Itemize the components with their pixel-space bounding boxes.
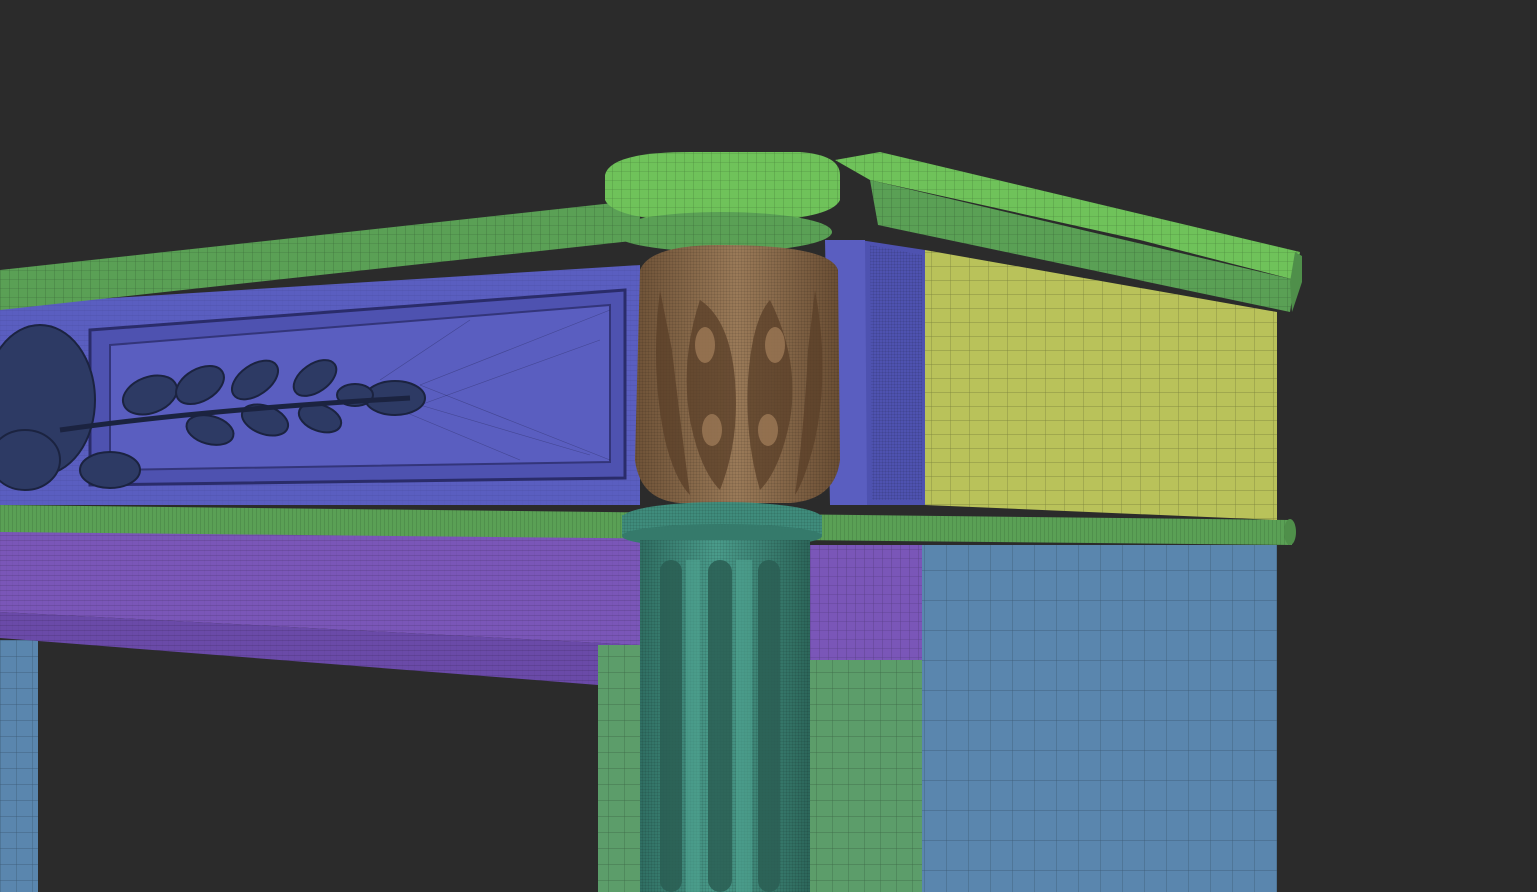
column-top-block [605,152,840,252]
mesh-render [0,152,1302,892]
3d-viewport[interactable] [0,0,1537,892]
fluted-column [640,540,810,892]
left-jamb [0,640,38,892]
acanthus-capital [635,245,840,503]
